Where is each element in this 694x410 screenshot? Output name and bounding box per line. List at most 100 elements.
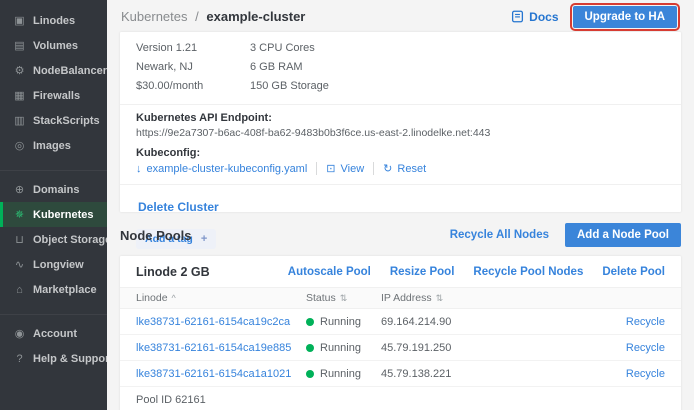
api-endpoint-block: Kubernetes API Endpoint: https://9e2a730… (136, 112, 665, 139)
status-label: Running (320, 368, 361, 380)
sidebar-group-services: ⊕ Domains ✵ Kubernetes ⊔ Object Storage … (0, 170, 107, 302)
sidebar-item-account[interactable]: ◉ Account (0, 321, 107, 346)
docs-icon (511, 10, 524, 23)
resize-pool-link[interactable]: Resize Pool (390, 266, 455, 278)
topbar: Kubernetes / example-cluster Docs Upgrad… (107, 0, 694, 32)
cluster-storage: 150 GB Storage (250, 80, 665, 92)
kubeconfig-filename: example-cluster-kubeconfig.yaml (147, 163, 308, 175)
reset-icon: ↻ (383, 162, 392, 175)
sidebar-item-label: Linodes (33, 15, 75, 27)
kubeconfig-actions: ↓ example-cluster-kubeconfig.yaml ⊡ View… (136, 162, 665, 175)
recycle-pool-nodes-link[interactable]: Recycle Pool Nodes (473, 266, 583, 278)
column-header-ip-address[interactable]: IP Address ⇅ (381, 292, 595, 304)
cluster-region: Newark, NJ (136, 61, 250, 73)
recycle-node-link[interactable]: Recycle (626, 368, 665, 380)
pool-action-links: Autoscale Pool Resize Pool Recycle Pool … (288, 266, 665, 278)
sidebar-item-help-support[interactable]: ? Help & Support (0, 346, 107, 371)
sidebar-item-label: Account (33, 328, 77, 340)
node-status: Running (306, 342, 381, 354)
table-row: lke38731-62161-6154ca19e885 Running 45.7… (120, 335, 681, 361)
column-label: IP Address (381, 292, 432, 304)
sidebar-item-label: Images (33, 140, 71, 152)
topbar-actions: Docs Upgrade to HA (511, 6, 680, 28)
sidebar-item-label: Volumes (33, 40, 78, 52)
add-node-pool-button[interactable]: Add a Node Pool (565, 223, 681, 247)
node-status: Running (306, 316, 381, 328)
upgrade-to-ha-button[interactable]: Upgrade to HA (573, 6, 678, 28)
sidebar-item-marketplace[interactable]: ⌂ Marketplace (0, 277, 107, 302)
recycle-node-link[interactable]: Recycle (626, 316, 665, 328)
column-label: Status (306, 292, 336, 304)
divider (120, 184, 681, 185)
cluster-price: $30.00/month (136, 80, 250, 92)
download-icon: ↓ (136, 163, 142, 175)
sidebar-item-linodes[interactable]: ▣ Linodes (0, 8, 107, 33)
sidebar-item-label: Object Storage (33, 234, 107, 246)
sidebar-item-firewalls[interactable]: ▦ Firewalls (0, 83, 107, 108)
sidebar-item-object-storage[interactable]: ⊔ Object Storage (0, 227, 107, 252)
sidebar-group-account: ◉ Account ? Help & Support (0, 314, 107, 371)
node-pools-actions: Recycle All Nodes Add a Node Pool (450, 223, 681, 247)
sidebar-item-volumes[interactable]: ▤ Volumes (0, 33, 107, 58)
cluster-spec-grid: Version 1.21 3 CPU Cores Newark, NJ 6 GB… (136, 42, 665, 100)
docs-link[interactable]: Docs (511, 10, 558, 24)
kubeconfig-reset-link[interactable]: ↻ Reset (373, 162, 426, 175)
sort-asc-icon: ^ (172, 293, 176, 303)
sidebar-item-label: StackScripts (33, 115, 100, 127)
sidebar-item-label: Help & Support (33, 353, 107, 365)
sidebar-item-stackscripts[interactable]: ▥ StackScripts (0, 108, 107, 133)
breadcrumb: Kubernetes / example-cluster (121, 9, 305, 24)
node-pool-panel: Linode 2 GB Autoscale Pool Resize Pool R… (120, 256, 681, 410)
marketplace-icon: ⌂ (13, 284, 26, 296)
sidebar-item-label: Longview (33, 259, 84, 271)
autoscale-pool-link[interactable]: Autoscale Pool (288, 266, 371, 278)
cluster-ram: 6 GB RAM (250, 61, 665, 73)
kubeconfig-block: Kubeconfig: ↓ example-cluster-kubeconfig… (136, 147, 665, 175)
column-header-status[interactable]: Status ⇅ (306, 292, 381, 304)
docs-label: Docs (529, 10, 558, 24)
sidebar-group-compute: ▣ Linodes ▤ Volumes ⚙ NodeBalancers ▦ Fi… (0, 8, 107, 158)
sidebar-item-images[interactable]: ◎ Images (0, 133, 107, 158)
breadcrumb-kubernetes-link[interactable]: Kubernetes (121, 9, 188, 24)
node-linode-link[interactable]: lke38731-62161-6154ca1a1021 (136, 368, 306, 380)
sidebar-item-label: Firewalls (33, 90, 80, 102)
column-header-linode[interactable]: Linode ^ (136, 292, 306, 304)
node-ip: 45.79.138.221 (381, 368, 595, 380)
api-endpoint-label: Kubernetes API Endpoint: (136, 112, 665, 124)
status-label: Running (320, 342, 361, 354)
view-icon: ⊡ (326, 162, 335, 175)
images-icon: ◎ (13, 139, 26, 152)
cluster-summary-panel: Version 1.21 3 CPU Cores Newark, NJ 6 GB… (120, 32, 681, 212)
sidebar-item-domains[interactable]: ⊕ Domains (0, 177, 107, 202)
status-dot-icon (306, 370, 314, 378)
volumes-icon: ▤ (13, 39, 26, 52)
sidebar-item-label: Kubernetes (33, 209, 94, 221)
kubeconfig-label: Kubeconfig: (136, 147, 665, 159)
table-row: lke38731-62161-6154ca1a1021 Running 45.7… (120, 361, 681, 387)
pool-id-footer: Pool ID 62161 (120, 387, 681, 410)
recycle-all-nodes-link[interactable]: Recycle All Nodes (450, 229, 549, 241)
delete-cluster-link[interactable]: Delete Cluster (138, 200, 219, 214)
recycle-node-link[interactable]: Recycle (626, 342, 665, 354)
view-label: View (341, 163, 365, 175)
node-ip: 45.79.191.250 (381, 342, 595, 354)
help-icon: ? (13, 353, 26, 365)
sort-icon: ⇅ (436, 293, 444, 304)
sidebar-item-kubernetes[interactable]: ✵ Kubernetes (0, 202, 107, 227)
node-linode-link[interactable]: lke38731-62161-6154ca19c2ca (136, 316, 306, 328)
kubeconfig-view-link[interactable]: ⊡ View (316, 162, 364, 175)
cluster-cpu: 3 CPU Cores (250, 42, 665, 54)
pool-name: Linode 2 GB (136, 265, 210, 279)
object-storage-icon: ⊔ (13, 233, 26, 246)
column-label: Linode (136, 292, 168, 304)
plus-icon: + (201, 233, 207, 245)
kubeconfig-download-link[interactable]: ↓ example-cluster-kubeconfig.yaml (136, 163, 307, 175)
table-row: lke38731-62161-6154ca19c2ca Running 69.1… (120, 309, 681, 335)
node-linode-link[interactable]: lke38731-62161-6154ca19e885 (136, 342, 306, 354)
delete-pool-link[interactable]: Delete Pool (602, 266, 665, 278)
sidebar-item-longview[interactable]: ∿ Longview (0, 252, 107, 277)
sidebar-item-nodebalancers[interactable]: ⚙ NodeBalancers (0, 58, 107, 83)
status-dot-icon (306, 344, 314, 352)
linodes-icon: ▣ (13, 14, 26, 27)
app-window: ▣ Linodes ▤ Volumes ⚙ NodeBalancers ▦ Fi… (0, 0, 694, 410)
